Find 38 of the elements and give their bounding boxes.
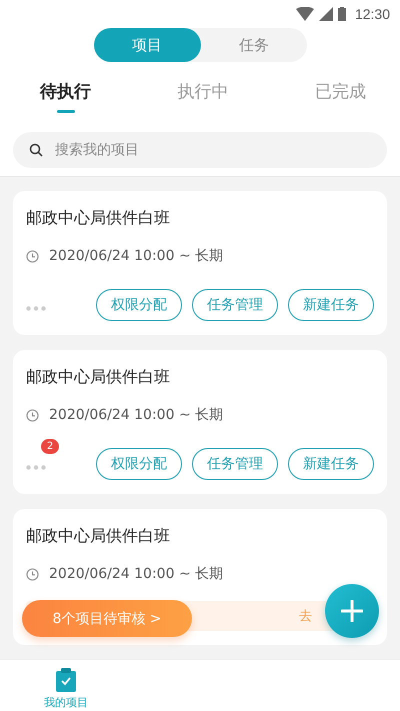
segment-tab[interactable]: 项目 xyxy=(94,28,200,62)
project-title: 邮政中心局供件白班 xyxy=(26,208,171,229)
pending-review-button[interactable]: 8个项目待审核 > xyxy=(22,600,192,637)
search-icon xyxy=(29,143,43,157)
project-time: 2020/06/24 10:00 ~ 长期 xyxy=(49,247,224,265)
banner-action[interactable]: 去 xyxy=(299,607,312,625)
status-tab[interactable]: 已完成 xyxy=(315,74,366,108)
wifi-icon xyxy=(296,7,314,21)
project-title: 邮政中心局供件白班 xyxy=(26,526,171,547)
project-card[interactable]: 邮政中心局供件白班 2020/06/24 10:00 ~ 长期 2 权限分配 任务管理 新建任务 xyxy=(13,350,387,494)
action-button[interactable]: 权限分配 xyxy=(96,448,182,480)
notification-badge: 2 xyxy=(41,438,59,454)
action-button[interactable]: 新建任务 xyxy=(288,448,374,480)
action-button[interactable]: 任务管理 xyxy=(192,448,278,480)
signal-icon xyxy=(318,7,333,21)
more-icon[interactable] xyxy=(26,306,46,310)
search-bar[interactable]: 搜索我的项目 xyxy=(13,132,387,168)
plus-icon xyxy=(341,600,363,622)
status-time: 12:30 xyxy=(354,6,390,22)
search-field[interactable]: 搜索我的项目 xyxy=(53,141,317,159)
status-tab[interactable]: 待执行 xyxy=(40,74,91,108)
tab-indicator xyxy=(56,110,74,113)
action-button[interactable]: 新建任务 xyxy=(288,289,374,321)
status-tab[interactable]: 执行中 xyxy=(178,74,228,108)
more-icon[interactable] xyxy=(26,464,46,470)
project-time: 2020/06/24 10:00 ~ 长期 xyxy=(49,565,224,583)
clock-icon xyxy=(26,568,39,580)
nav-item[interactable]: 我的项目 xyxy=(0,660,132,711)
project-card[interactable]: 邮政中心局供件白班 2020/06/24 10:00 ~ 长期 权限分配 任务管理 新建任务 xyxy=(13,191,387,335)
battery-icon xyxy=(338,7,346,21)
clipboard-icon xyxy=(56,668,76,692)
clock-icon xyxy=(26,250,39,262)
action-button[interactable]: 任务管理 xyxy=(192,289,278,321)
project-title: 邮政中心局供件白班 xyxy=(26,367,171,388)
clock-icon xyxy=(26,408,39,422)
segment-tab[interactable]: 任务 xyxy=(200,28,308,62)
action-button[interactable]: 权限分配 xyxy=(96,289,182,321)
project-time: 2020/06/24 10:00 ~ 长期 xyxy=(49,406,224,424)
